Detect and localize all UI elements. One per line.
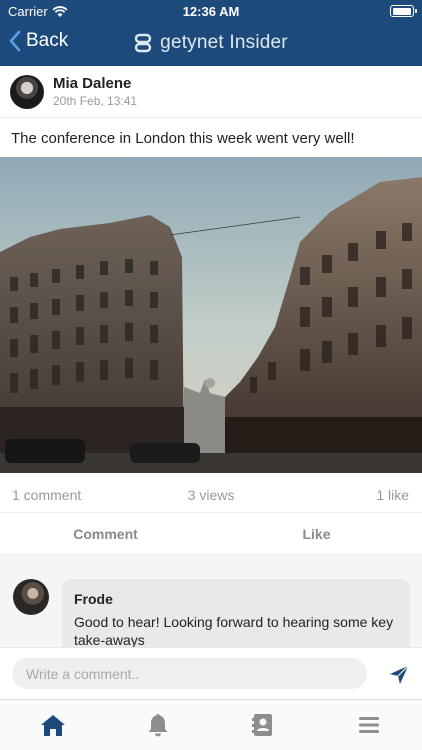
comment-button[interactable]: Comment	[0, 526, 211, 542]
home-icon	[41, 715, 65, 736]
send-icon[interactable]	[388, 664, 410, 686]
bell-icon	[148, 714, 168, 737]
author-name[interactable]: Mia Dalene	[53, 75, 131, 92]
comment-input[interactable]	[12, 658, 367, 689]
status-bar: Carrier 12:36 AM	[0, 0, 422, 22]
menu-icon	[359, 717, 379, 733]
comment-composer	[0, 647, 422, 699]
author-avatar[interactable]	[10, 75, 44, 109]
post-image[interactable]	[0, 157, 422, 473]
comment-author[interactable]: Frode	[74, 591, 398, 607]
tab-notifications[interactable]	[143, 712, 173, 738]
nav-bar: Back getynet Insider	[0, 22, 422, 66]
post-actions: Comment Like	[0, 513, 422, 555]
post-image-art	[0, 157, 422, 473]
tab-contacts[interactable]	[248, 712, 278, 738]
clock: 12:36 AM	[182, 4, 240, 19]
getynet-logo-icon	[134, 33, 152, 53]
comment-thread: Frode Good to hear! Looking forward to h…	[0, 555, 422, 647]
post-stats: 1 comment 3 views 1 like	[0, 473, 422, 513]
battery-level	[392, 7, 411, 15]
post-date: 20th Feb, 13:41	[53, 94, 138, 108]
contacts-icon	[252, 714, 272, 736]
view-count: 3 views	[187, 487, 235, 503]
comment-bubble: Frode Good to hear! Looking forward to h…	[62, 579, 410, 647]
tab-home[interactable]	[38, 712, 68, 738]
nav-title-group: getynet Insider	[0, 32, 422, 54]
like-button[interactable]: Like	[211, 526, 422, 542]
comment-text: Good to hear! Looking forward to hearing…	[74, 614, 394, 647]
commenter-avatar[interactable]	[13, 579, 49, 615]
post-header: Mia Dalene 20th Feb, 13:41	[0, 66, 422, 118]
like-count[interactable]: 1 like	[376, 487, 409, 503]
battery-icon	[390, 5, 417, 17]
post-text: The conference in London this week went …	[11, 130, 355, 147]
app-title: getynet Insider	[160, 32, 288, 53]
tab-menu[interactable]	[354, 712, 384, 738]
tab-bar	[0, 699, 422, 750]
